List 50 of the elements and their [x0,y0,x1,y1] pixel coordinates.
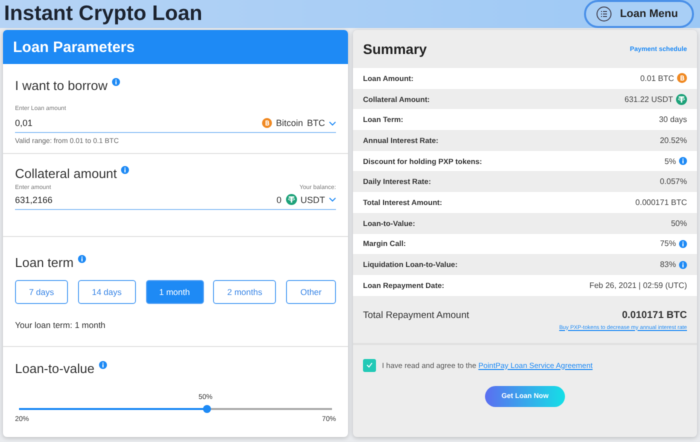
info-icon[interactable] [120,166,129,174]
tether-icon [286,194,296,205]
balance-value: 0 [276,194,282,204]
checkmark-icon [366,362,373,368]
section-title: Collateral amount [15,166,117,181]
currency-name: Bitcoin [276,118,303,128]
row-value: 50% [670,218,687,228]
currency-code: USDT [300,194,325,204]
collateral-amount-field[interactable]: 631,2166 [15,194,135,204]
currency-code: BTC [307,118,325,128]
info-icon[interactable] [98,361,106,369]
term-option[interactable]: 14 days [78,280,136,304]
term-option[interactable]: 7 days [15,280,68,304]
row-value: 0.01 BTC [640,74,674,83]
info-icon[interactable] [679,157,687,166]
chevron-down-icon[interactable] [329,197,336,202]
page-title: Instant Crypto Loan [4,2,202,26]
chevron-down-icon[interactable] [329,120,336,126]
loan-term-summary: Your loan term: 1 month [15,320,106,330]
section-title: Loan-to-value [15,361,94,376]
bitcoin-icon [677,73,687,84]
panel-title: Summary [363,41,427,57]
section-title: Loan term [15,255,74,270]
row-value: 5% [664,156,676,166]
bitcoin-icon [262,118,272,128]
row-value: 0.057% [660,177,687,186]
info-icon[interactable] [78,255,86,263]
total-label: Total Repayment Amount [363,310,470,323]
info-icon[interactable] [679,260,687,269]
term-option[interactable]: 1 month [146,280,204,304]
loan-menu-button[interactable]: Loan Menu [584,0,694,28]
list-icon [596,6,612,22]
term-option[interactable]: 2 months [213,280,276,304]
row-value: 631.22 USDT [624,94,673,104]
tether-icon [676,94,687,105]
row-value: 75% [660,239,676,248]
row-value: 20.52% [660,136,687,145]
info-icon[interactable] [679,240,687,248]
panel-title: Loan Parameters [3,30,348,64]
total-value: 0.010171 BTC [622,310,687,321]
row-value: 83% [660,260,676,270]
agreement-checkbox[interactable] [363,358,376,372]
loan-amount-field[interactable]: 0,01 [15,118,135,128]
term-option[interactable]: Other [286,280,336,304]
row-value: Feb 26, 2021 | 02:59 (UTC) [589,280,687,290]
row-value: 30 days [658,115,687,124]
info-icon[interactable] [112,78,120,86]
row-value: 0.000171 BTC [635,198,687,207]
section-title: I want to borrow [15,78,108,93]
slider-thumb[interactable] [202,405,211,413]
